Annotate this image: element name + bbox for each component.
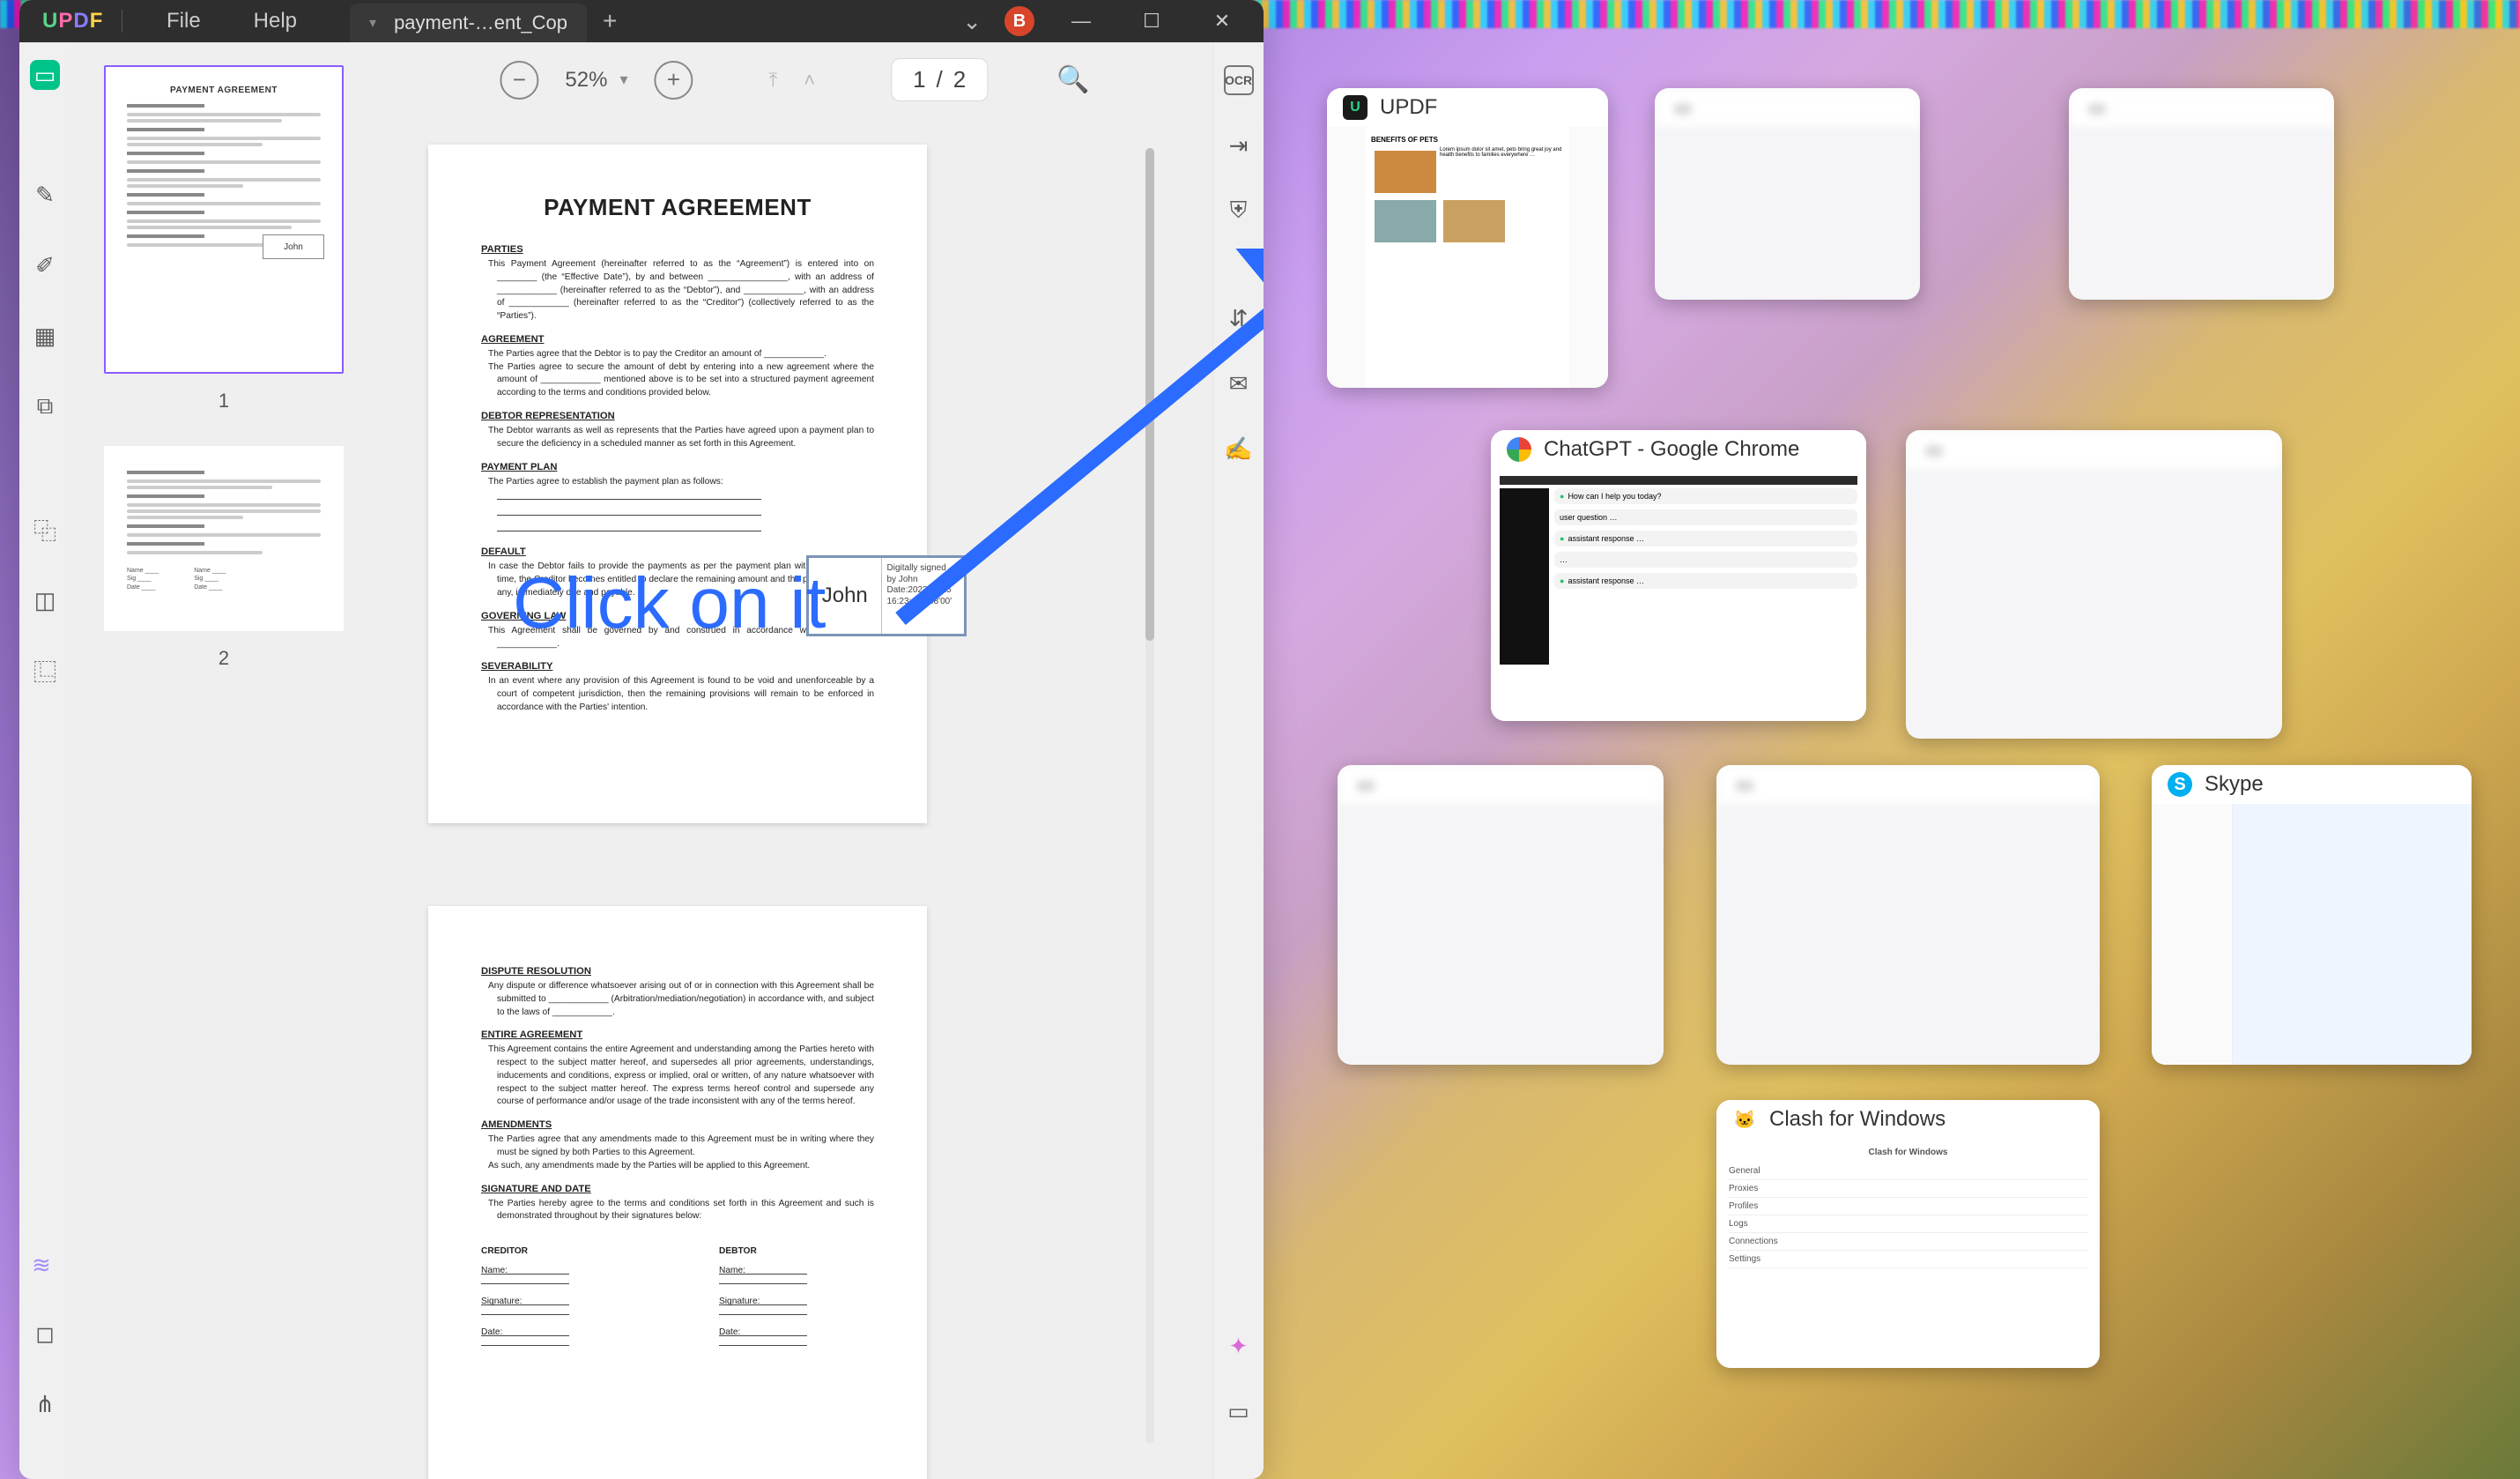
switcher-window-blurred-4[interactable]: ▭ [1338, 765, 1664, 1065]
zoom-dropdown-icon[interactable]: ▾ [619, 71, 627, 89]
page-thumbnails-panel: PAYMENT AGREEMENT John 1 Name ____Sig __… [70, 42, 377, 1479]
current-page: 1 [913, 66, 925, 93]
layers-icon[interactable]: ≋ [32, 1252, 58, 1278]
app-logo: UPDF [19, 9, 104, 33]
email-icon[interactable]: ✉ [1224, 368, 1254, 398]
switcher-window-skype[interactable]: S Skype [2152, 765, 2472, 1065]
tabs-overflow-icon[interactable]: ⌄ [962, 8, 982, 35]
attachment-icon[interactable]: ⋔ [30, 1389, 60, 1419]
digital-signature-stamp[interactable]: John Digitally signedby John Date:2023.1… [806, 555, 967, 636]
total-pages: 2 [953, 66, 966, 93]
thumbnail-page-2[interactable]: Name ____Sig ____Date ____Name ____Sig _… [104, 446, 344, 631]
copy-tool-icon[interactable]: ⿻ [30, 515, 60, 545]
sign-icon[interactable]: ✍ [1224, 434, 1254, 464]
scanner-tool-icon[interactable]: ⧉ [30, 391, 60, 421]
compress-icon[interactable]: ⇵ [1224, 303, 1254, 333]
window-maximize[interactable]: ☐ [1128, 10, 1175, 33]
ocr-tool-icon[interactable]: ▦ [30, 321, 60, 351]
switcher-window-chatgpt[interactable]: ChatGPT - Google Chrome How can I help y… [1491, 430, 1866, 721]
split-tool-icon[interactable]: ⿺ [30, 656, 60, 686]
switcher-window-blurred-1[interactable]: ▭ [1655, 88, 1920, 300]
first-page-button[interactable]: ⤒ [768, 69, 777, 92]
doc-title: PAYMENT AGREEMENT [481, 194, 874, 221]
search-button[interactable]: 🔍 [1056, 64, 1089, 95]
tab-title: payment-…ent_Cop [394, 11, 567, 34]
signature-details: Digitally signedby John Date:2023.11.151… [882, 558, 965, 634]
zoom-value[interactable]: 52% ▾ [565, 68, 627, 93]
thumbnail-1-number: 1 [219, 390, 229, 412]
export-icon[interactable]: ⇥ [1224, 130, 1254, 160]
page-indicator[interactable]: 1 / 2 [891, 58, 988, 101]
switcher-window-clash[interactable]: 🐱 Clash for Windows Clash for Windows Ge… [1716, 1100, 2100, 1368]
vertical-scrollbar[interactable] [1145, 148, 1154, 1444]
thumb1-signature: John [263, 234, 324, 259]
switcher-window-blurred-2[interactable]: ▭ [2069, 88, 2334, 300]
prev-page-button[interactable]: ˄ [804, 69, 815, 92]
zoom-in-button[interactable]: + [654, 61, 693, 100]
bookmark-icon[interactable]: ◻ [30, 1319, 60, 1349]
switcher-clash-title: Clash for Windows [1769, 1107, 1946, 1132]
switcher-window-updf[interactable]: U UPDF BENEFITS OF PETS Lorem ipsum dolo… [1327, 88, 1608, 388]
switcher-chat-title: ChatGPT - Google Chrome [1544, 437, 1799, 462]
menu-help[interactable]: Help [227, 9, 323, 33]
thumb1-title: PAYMENT AGREEMENT [127, 85, 321, 97]
ocr-icon[interactable]: OCR [1224, 65, 1254, 95]
window-close[interactable]: ✕ [1198, 10, 1246, 33]
switcher-updf-title: UPDF [1380, 95, 1437, 120]
crop-tool-icon[interactable]: ◫ [30, 585, 60, 615]
switcher-skype-title: Skype [2205, 772, 2264, 797]
canvas-toolbar: − 52% ▾ + ⤒ ˄ 1 / 2 🔍 [500, 58, 1089, 101]
reader-mode-icon[interactable]: ▭ [30, 60, 60, 90]
menu-file[interactable]: File [140, 9, 227, 33]
zoom-out-button[interactable]: − [500, 61, 538, 100]
user-avatar[interactable]: B [1004, 6, 1034, 36]
document-canvas[interactable]: − 52% ▾ + ⤒ ˄ 1 / 2 🔍 PA [377, 42, 1212, 1479]
title-bar: UPDF File Help ▾ payment-…ent_Cop + ⌄ B … [19, 0, 1264, 42]
zoom-percent: 52% [565, 68, 607, 93]
tab-dropdown-icon[interactable]: ▾ [369, 14, 376, 32]
comment-tool-icon[interactable]: ✐ [30, 250, 60, 280]
annotation-label: Click on it [513, 562, 826, 645]
pdf-page-2[interactable]: DISPUTE RESOLUTION Any dispute or differ… [428, 906, 927, 1479]
new-tab-button[interactable]: + [587, 7, 633, 35]
protect-icon[interactable]: ⛨ [1224, 196, 1254, 226]
help-panel-icon[interactable]: ▭ [1224, 1396, 1254, 1426]
ai-assistant-icon[interactable]: ✦ [1224, 1331, 1254, 1361]
updf-app-window: UPDF File Help ▾ payment-…ent_Cop + ⌄ B … [19, 0, 1264, 1479]
left-tool-rail: ▭ ✎ ✐ ▦ ⧉ ⿻ ◫ ⿺ ≋ ◻ ⋔ [19, 42, 70, 1479]
thumbnail-page-1[interactable]: PAYMENT AGREEMENT John [104, 65, 344, 374]
thumbnail-2-number: 2 [219, 647, 229, 670]
pdf-page-1[interactable]: PAYMENT AGREEMENT PARTIES This Payment A… [428, 145, 927, 823]
window-minimize[interactable]: — [1057, 10, 1105, 33]
highlighter-icon[interactable]: ✎ [30, 180, 60, 210]
document-tab[interactable]: ▾ payment-…ent_Cop [350, 4, 587, 42]
switcher-window-blurred-5[interactable]: ▭ [1716, 765, 2100, 1065]
switcher-window-blurred-3[interactable]: ▭ [1906, 430, 2282, 739]
right-tool-rail: OCR ⇥ ⛨ ⇵ ✉ ✍ ✦ ▭ [1212, 42, 1264, 1479]
